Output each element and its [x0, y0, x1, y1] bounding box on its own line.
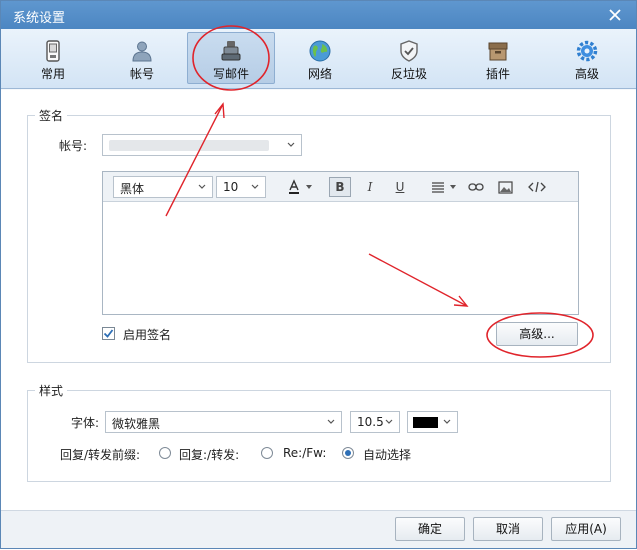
bold-icon: B: [335, 180, 345, 194]
apply-button[interactable]: 应用(A): [551, 517, 621, 541]
tab-compose-label: 写邮件: [212, 67, 249, 81]
shield-icon: [400, 40, 418, 62]
font-color-swatch: [413, 417, 438, 428]
account-value-blurred: [109, 140, 269, 151]
align-icon: [432, 182, 444, 193]
insert-image-button[interactable]: [494, 177, 516, 197]
font-label: 字体:: [71, 416, 100, 430]
signature-text-area[interactable]: [103, 203, 578, 314]
link-icon: [468, 183, 484, 191]
tab-advanced-label: 高级: [574, 67, 599, 81]
settings-content: 签名 帐号: 黑体 10 B I U 启用签名 高级... 样式 字体: 微软雅…: [1, 90, 636, 510]
signature-group-title: 签名: [35, 107, 68, 124]
account-label: 帐号:: [59, 139, 88, 153]
dialog-footer: 确定 取消 应用(A): [1, 510, 636, 548]
enable-signature-checkbox[interactable]: [102, 327, 115, 340]
style-group: [27, 390, 611, 482]
font-size-value: 10.5: [357, 415, 384, 429]
prefix-option-chinese-label: 回复:/转发:: [179, 448, 240, 462]
editor-font-select[interactable]: 黑体: [113, 176, 213, 198]
caret-down-icon: [306, 185, 312, 189]
tab-general[interactable]: 常用: [9, 32, 97, 84]
image-icon: [497, 180, 513, 194]
prefix-option-english-label: Re:/Fw:: [283, 446, 327, 460]
caret-down-icon: [450, 185, 456, 189]
compose-mail-icon: [221, 41, 241, 61]
window-title: 系统设置: [13, 11, 66, 26]
checkmark-icon: [103, 329, 114, 338]
underline-icon: U: [395, 180, 405, 194]
tab-plugins-label: 插件: [485, 67, 510, 81]
font-color-select[interactable]: [407, 411, 458, 433]
underline-button[interactable]: U: [389, 177, 411, 197]
editor-size-value: 10: [223, 180, 239, 194]
tab-network[interactable]: 网络: [276, 32, 364, 84]
enable-signature-label: 启用签名: [123, 328, 172, 342]
tab-plugins[interactable]: 插件: [454, 32, 542, 84]
italic-icon: I: [367, 180, 373, 194]
account-dropdown[interactable]: [102, 134, 302, 156]
cancel-button[interactable]: 取消: [473, 517, 543, 541]
chevron-down-icon: [385, 419, 393, 424]
align-button[interactable]: [427, 177, 449, 197]
tab-general-label: 常用: [40, 67, 65, 81]
tab-antispam-label: 反垃圾: [390, 67, 427, 81]
tab-account[interactable]: 帐号: [98, 32, 186, 84]
settings-window: 系统设置 常用 帐号 写邮件 网络 反垃圾 插件 高级 签名 帐号: 黑体 10…: [0, 0, 637, 549]
tab-advanced[interactable]: 高级: [543, 32, 631, 84]
tab-compose[interactable]: 写邮件: [187, 32, 275, 84]
font-color-dropdown[interactable]: [303, 177, 315, 197]
prefix-option-english-radio[interactable]: [261, 447, 273, 459]
settings-toolbar: 常用 帐号 写邮件 网络 反垃圾 插件 高级: [1, 29, 636, 89]
prefix-option-chinese-radio[interactable]: [159, 447, 171, 459]
code-icon: [528, 181, 546, 193]
advanced-button[interactable]: 高级...: [496, 322, 578, 346]
tab-antispam[interactable]: 反垃圾: [365, 32, 453, 84]
chevron-down-icon: [251, 184, 259, 189]
align-dropdown[interactable]: [447, 177, 459, 197]
editor-toolbar: 黑体 10 B I U: [103, 172, 578, 202]
prefix-option-auto-radio[interactable]: [342, 447, 354, 459]
font-size-select[interactable]: 10.5: [350, 411, 400, 433]
italic-button[interactable]: I: [359, 177, 381, 197]
font-color-icon: [289, 179, 299, 194]
user-icon: [132, 41, 152, 62]
close-icon[interactable]: [604, 4, 626, 26]
html-source-button[interactable]: [526, 177, 548, 197]
editor-size-select[interactable]: 10: [216, 176, 266, 198]
editor-font-value: 黑体: [120, 182, 145, 196]
font-family-value: 微软雅黑: [112, 417, 161, 431]
signature-editor: 黑体 10 B I U: [102, 171, 579, 315]
globe-icon: [309, 40, 331, 62]
tab-network-label: 网络: [307, 67, 332, 81]
ok-button[interactable]: 确定: [395, 517, 465, 541]
gear-icon: [576, 40, 598, 62]
prefix-option-auto-label: 自动选择: [363, 448, 412, 462]
chevron-down-icon: [198, 184, 206, 189]
chevron-down-icon: [327, 419, 335, 424]
bold-button[interactable]: B: [329, 177, 351, 197]
phone-icon: [46, 40, 60, 62]
chevron-down-icon: [287, 142, 295, 147]
font-color-button[interactable]: [283, 177, 305, 197]
title-bar: 系统设置: [1, 1, 636, 29]
style-group-title: 样式: [35, 382, 68, 399]
reply-prefix-label: 回复/转发前缀:: [60, 448, 141, 462]
chevron-down-icon: [443, 419, 451, 424]
insert-link-button[interactable]: [465, 177, 487, 197]
plugin-box-icon: [488, 42, 508, 61]
tab-account-label: 帐号: [129, 67, 154, 81]
font-family-select[interactable]: 微软雅黑: [105, 411, 342, 433]
